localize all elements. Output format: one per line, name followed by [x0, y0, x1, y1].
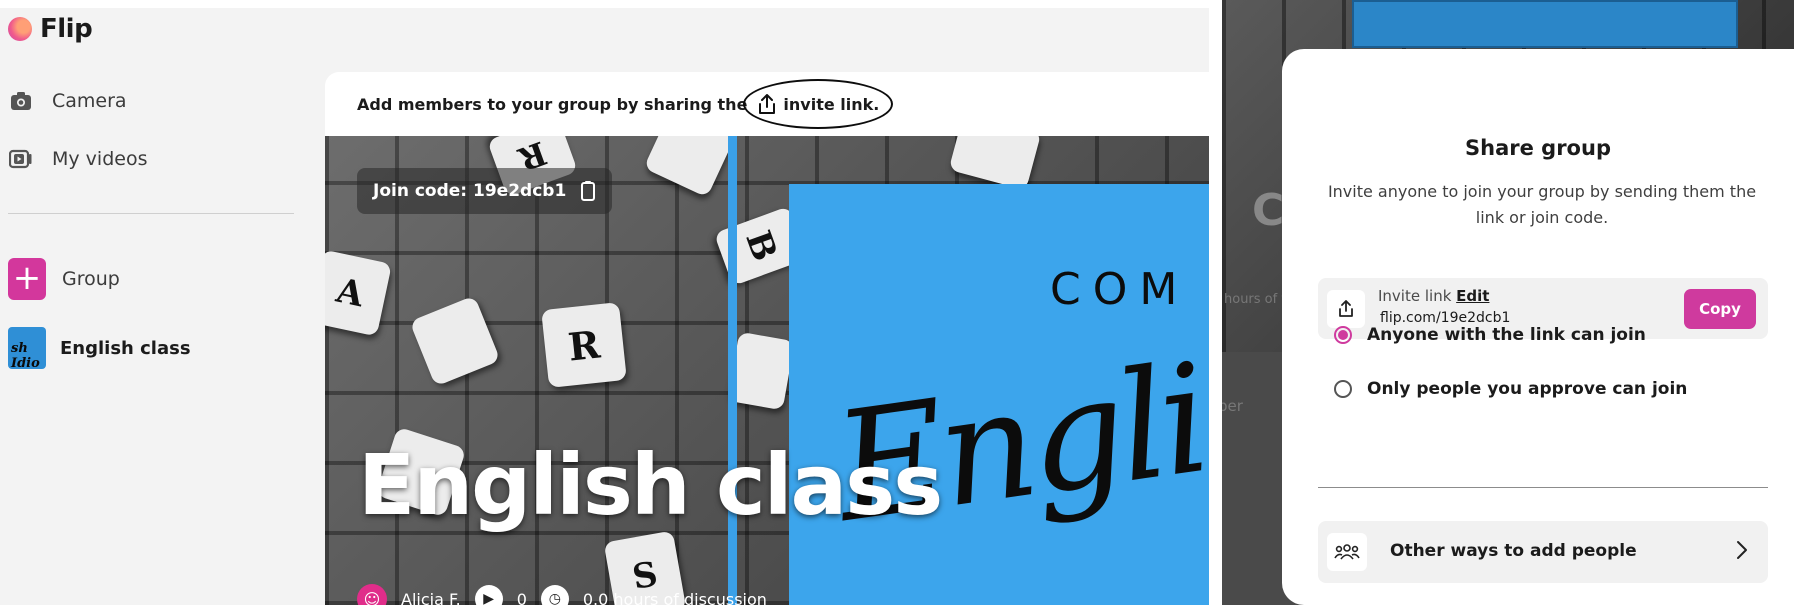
option-anyone-can-join[interactable]: Anyone with the link can join	[1334, 325, 1646, 345]
group-name: English class	[60, 337, 191, 359]
owner-name: Alicia F.	[401, 589, 461, 605]
sidebar-item-label: Camera	[52, 90, 127, 112]
people-icon	[1327, 533, 1367, 571]
clock-icon: ◷	[540, 585, 569, 605]
edit-link[interactable]: Edit	[1456, 287, 1489, 305]
sidebar-item-camera[interactable]: Camera	[8, 88, 127, 114]
play-icon: ▶	[474, 585, 503, 605]
overlay-blue-banner	[1352, 0, 1738, 48]
invite-link-label: Invite link Edit	[1378, 287, 1489, 305]
ghost-hours-text: hours of t	[1224, 292, 1287, 307]
invite-link-label-text: Invite link	[1378, 287, 1452, 305]
chevron-right-icon	[1737, 541, 1747, 559]
banner-blue-stripe	[728, 136, 737, 605]
group-thumbnail-text: sh Idio	[11, 341, 40, 369]
dialog-title: Share group	[1465, 136, 1611, 160]
invite-url: flip.com/19e2dcb1	[1380, 310, 1511, 326]
invite-link-text: invite link.	[783, 94, 880, 114]
dialog-description: Invite anyone to join your group by send…	[1327, 182, 1757, 227]
plus-icon: +	[8, 258, 46, 300]
banner-com-text: COM	[1050, 264, 1190, 315]
letter-tile: R	[541, 302, 627, 388]
flip-logo-icon	[8, 17, 32, 41]
share-group-dialog: Share group Invite anyone to join your g…	[1282, 49, 1794, 605]
camera-icon	[8, 88, 34, 114]
invite-hint-text: Add members to your group by sharing the	[357, 94, 748, 114]
share-icon	[759, 94, 776, 114]
copy-button[interactable]: Copy	[1684, 289, 1756, 329]
group-thumbnail: sh Idio	[8, 327, 46, 369]
ghost-letter: C	[1252, 185, 1285, 236]
ghost-ber-text: ber	[1222, 397, 1243, 415]
option-approve-to-join[interactable]: Only people you approve can join	[1334, 379, 1687, 399]
add-group-button[interactable]: + Group	[8, 258, 120, 300]
join-code-text: Join code: 19e2dcb1	[373, 181, 567, 201]
flip-logo[interactable]: Flip	[8, 14, 93, 44]
share-overlay: C hours of t ber Share group Invite anyo…	[1222, 0, 1794, 605]
discussion-hours: 0.0 hours of discussion	[582, 589, 767, 605]
group-card: Add members to your group by sharing the…	[325, 72, 1209, 605]
radio-unselected[interactable]	[1334, 380, 1352, 398]
radio-selected[interactable]	[1334, 326, 1352, 344]
copy-icon[interactable]	[580, 180, 596, 202]
invite-link-button[interactable]: invite link.	[743, 79, 894, 129]
other-ways-label: Other ways to add people	[1390, 541, 1637, 561]
share-icon[interactable]	[1327, 290, 1365, 328]
sidebar-divider	[8, 213, 294, 214]
join-code-chip[interactable]: Join code: 19e2dcb1	[357, 168, 613, 214]
video-count: 0	[516, 589, 527, 605]
sidebar-item-label: My videos	[52, 148, 148, 170]
option-label: Anyone with the link can join	[1367, 325, 1646, 345]
invite-hint: Add members to your group by sharing the…	[325, 72, 1209, 136]
flip-app: Flip Camera My videos + Group sh Idio En…	[0, 0, 1209, 605]
group-title: English class	[358, 436, 943, 534]
logo-text: Flip	[40, 14, 93, 44]
option-label: Only people you approve can join	[1367, 379, 1688, 399]
dialog-divider	[1318, 487, 1768, 488]
video-icon	[8, 146, 34, 172]
sidebar-item-my-videos[interactable]: My videos	[8, 146, 147, 172]
sidebar-group-english-class[interactable]: sh Idio English class	[8, 327, 191, 369]
owner-avatar: ☺	[357, 584, 387, 605]
other-ways-button[interactable]: Other ways to add people	[1318, 521, 1768, 583]
group-banner: A R R S B COM English Join code: 19e2dcb…	[325, 136, 1209, 605]
letter-tile	[727, 331, 795, 411]
group-stats: ☺ Alicia F. ▶ 0 ◷ 0.0 hours of discussio…	[357, 584, 767, 605]
add-group-label: Group	[62, 268, 120, 290]
